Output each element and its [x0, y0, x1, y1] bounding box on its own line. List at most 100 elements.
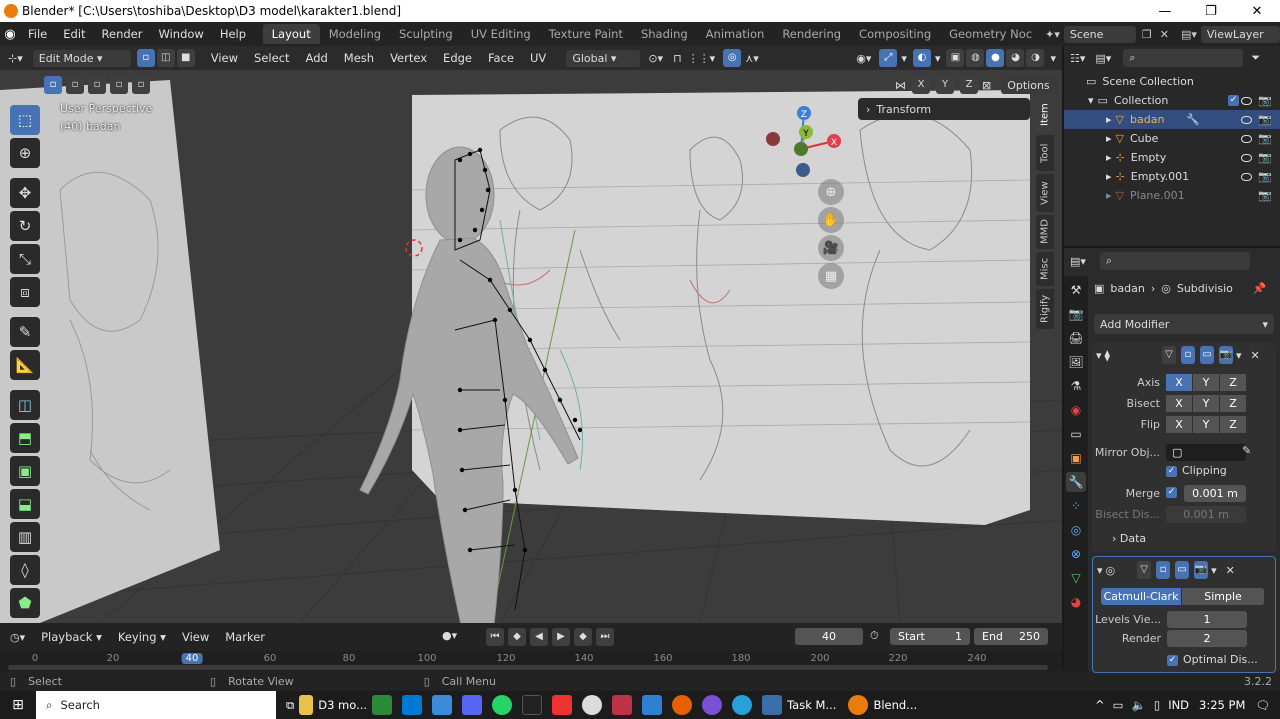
- start-frame-field[interactable]: Start 1: [890, 628, 970, 645]
- eyedropper-icon[interactable]: ✎: [1242, 444, 1251, 457]
- task-manager-icon[interactable]: [762, 695, 783, 715]
- play-reverse-icon[interactable]: ◀: [530, 628, 548, 646]
- auto-merge-icon[interactable]: ⊠: [982, 79, 991, 92]
- menu-keying[interactable]: Keying ▾: [110, 630, 174, 644]
- menu-edge[interactable]: Edge: [435, 51, 480, 65]
- eye-icon[interactable]: [1241, 97, 1252, 105]
- jump-end-icon[interactable]: ⏭: [596, 628, 614, 646]
- object-tab-icon[interactable]: ▣: [1066, 448, 1086, 468]
- menu-render[interactable]: Render: [94, 27, 151, 41]
- symmetry-y[interactable]: Y: [936, 76, 954, 94]
- menu-face[interactable]: Face: [480, 51, 522, 65]
- move-tool[interactable]: ✥: [10, 178, 40, 208]
- vscode-icon[interactable]: [642, 695, 663, 715]
- properties-editor-icon[interactable]: ▤▾: [1070, 255, 1086, 268]
- tab-uv-editing[interactable]: UV Editing: [462, 24, 540, 44]
- render-levels-field[interactable]: 2: [1167, 630, 1247, 647]
- eye-icon[interactable]: [1241, 154, 1252, 162]
- snap-icon[interactable]: ⊓: [673, 52, 682, 65]
- menu-uv[interactable]: UV: [522, 51, 554, 65]
- merge-distance-field[interactable]: 0.001 m: [1184, 485, 1246, 502]
- flip-y-toggle[interactable]: Y: [1193, 416, 1219, 433]
- select-extend-icon[interactable]: ▫: [66, 76, 84, 94]
- tab-mmd[interactable]: MMD: [1036, 215, 1054, 249]
- menu-select[interactable]: Select: [246, 51, 297, 65]
- add-modifier-dropdown[interactable]: Add Modifier ▾: [1094, 314, 1274, 334]
- pivot-icon[interactable]: ⊙▾: [648, 52, 663, 65]
- outliner-item-plane-001[interactable]: ▸ ▽ Plane.001: [1064, 186, 1280, 205]
- rendered-shading-icon[interactable]: ◑: [1026, 49, 1045, 67]
- chevron-down-icon[interactable]: ▾: [1211, 564, 1217, 577]
- gizmo-y-label[interactable]: Y: [802, 129, 809, 139]
- next-keyframe-icon[interactable]: ◆: [574, 628, 592, 646]
- measure-tool[interactable]: 📐: [10, 350, 40, 380]
- zoom-icon[interactable]: ⊕: [818, 179, 844, 205]
- menu-marker[interactable]: Marker: [217, 630, 273, 644]
- render-icon[interactable]: 📷: [1218, 346, 1233, 364]
- telegram-icon[interactable]: [732, 695, 753, 715]
- add-cube-tool[interactable]: ◫: [10, 390, 40, 420]
- app-icon[interactable]: [612, 695, 633, 715]
- solid-shading-icon[interactable]: ●: [986, 49, 1005, 67]
- tab-animation[interactable]: Animation: [697, 24, 774, 44]
- wireframe-shading-icon[interactable]: ◍: [966, 49, 985, 67]
- extrude-tool[interactable]: ⬒: [10, 423, 40, 453]
- gizmo-toggle-icon[interactable]: ⤢: [879, 49, 898, 67]
- stopwatch-icon[interactable]: ⏱: [870, 629, 879, 643]
- display-mode-icon[interactable]: ▤▾: [1095, 52, 1111, 65]
- select-box-tool[interactable]: ⬚: [10, 105, 40, 135]
- clipping-checkbox[interactable]: ✓ Clipping: [1166, 464, 1227, 477]
- scale-tool[interactable]: ⤡: [10, 244, 40, 274]
- particles-tab-icon[interactable]: ⁘: [1066, 496, 1086, 516]
- scene-icon[interactable]: ✦▾: [1045, 28, 1060, 41]
- collection-tab-icon[interactable]: ▭: [1066, 424, 1086, 444]
- taskbar-search-input[interactable]: ⌕ Search: [36, 691, 276, 719]
- view-layer-tab-icon[interactable]: 🖼: [1066, 352, 1086, 372]
- camera-render-icon[interactable]: 📷: [1258, 113, 1272, 126]
- windows-start-icon[interactable]: ⊞: [0, 697, 36, 713]
- outliner-search-input[interactable]: ⌕: [1123, 49, 1244, 67]
- edge-icon[interactable]: [372, 695, 393, 715]
- physics-tab-icon[interactable]: ◎: [1066, 520, 1086, 540]
- camera-render-icon[interactable]: 📷: [1258, 189, 1272, 202]
- pdf-icon[interactable]: [552, 695, 573, 715]
- tab-item[interactable]: Item: [1036, 98, 1054, 132]
- mail-icon[interactable]: [432, 695, 453, 715]
- flip-x-toggle[interactable]: X: [1166, 416, 1192, 433]
- gizmo-z-label[interactable]: Z: [801, 110, 807, 120]
- editmode-icon[interactable]: ▫: [1180, 346, 1195, 364]
- tab-rendering[interactable]: Rendering: [773, 24, 850, 44]
- close-icon[interactable]: ✕: [1251, 349, 1260, 362]
- task-view-icon[interactable]: ⧉: [286, 698, 294, 713]
- select-new-icon[interactable]: ▫: [44, 76, 62, 94]
- maximize-button[interactable]: ❐: [1188, 0, 1234, 22]
- select-subtract-icon[interactable]: ▫: [88, 76, 106, 94]
- edit-cage-icon[interactable]: ▽: [1137, 561, 1152, 579]
- camera-render-icon[interactable]: 📷: [1258, 132, 1272, 145]
- menu-window[interactable]: Window: [150, 27, 211, 41]
- outliner-editor-icon[interactable]: ☷▾: [1070, 52, 1085, 65]
- file-explorer-icon[interactable]: [299, 695, 314, 715]
- tab-misc[interactable]: Misc: [1036, 252, 1054, 286]
- options-dropdown[interactable]: Options: [1001, 76, 1060, 94]
- tab-layout[interactable]: Layout: [262, 24, 320, 44]
- loop-cut-tool[interactable]: ▥: [10, 522, 40, 552]
- optimal-display-checkbox[interactable]: ✓ Optimal Dis...: [1167, 653, 1258, 666]
- editmode-icon[interactable]: ▫: [1156, 561, 1171, 579]
- notifications-icon[interactable]: 🗨: [1255, 698, 1270, 712]
- axis-x-toggle[interactable]: X: [1166, 374, 1192, 391]
- pan-hand-icon[interactable]: ✋: [818, 207, 844, 233]
- end-frame-field[interactable]: End 250: [974, 628, 1048, 645]
- camera-render-icon[interactable]: 📷: [1258, 94, 1272, 107]
- gizmo-x-label[interactable]: X: [831, 138, 837, 148]
- bisect-y-toggle[interactable]: Y: [1193, 395, 1219, 412]
- realtime-icon[interactable]: ▭: [1199, 346, 1214, 364]
- view-layer-icon[interactable]: ▤▾: [1181, 28, 1197, 41]
- exclude-checkbox[interactable]: ✓: [1228, 95, 1239, 106]
- knife-tool[interactable]: ◊: [10, 555, 40, 585]
- pin-icon[interactable]: 📌: [1253, 282, 1267, 295]
- taskbar-app-d3[interactable]: D3 mo...: [318, 698, 367, 712]
- chevron-down-icon[interactable]: ▾: [1236, 349, 1242, 362]
- bevel-tool[interactable]: ⬓: [10, 489, 40, 519]
- properties-search-input[interactable]: ⌕: [1099, 252, 1250, 270]
